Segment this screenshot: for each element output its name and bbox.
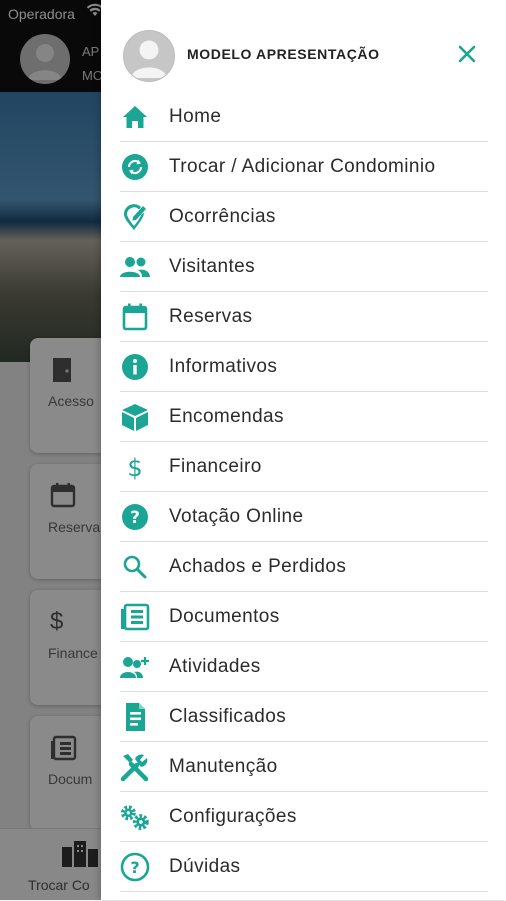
menu-item-achados-perdidos[interactable]: Achados e Perdidos: [120, 542, 488, 592]
drawer-header: MODELO APRESENTAÇÃO: [101, 0, 506, 92]
menu-item-documentos[interactable]: Documentos: [120, 592, 488, 642]
document-icon: [120, 603, 150, 631]
user-name: MODELO APRESENTAÇÃO: [187, 46, 380, 62]
svg-text:$: $: [127, 454, 142, 481]
menu-item-manutencao[interactable]: Manutenção: [120, 742, 488, 792]
menu-item-label: Atividades: [169, 656, 261, 677]
menu-item-encomendas[interactable]: Encomendas: [120, 392, 488, 442]
menu-item-atividades[interactable]: Atividades: [120, 642, 488, 692]
menu-item-duvidas[interactable]: ? Dúvidas: [120, 842, 488, 892]
menu-item-reservas[interactable]: Reservas: [120, 292, 488, 342]
menu-item-informativos[interactable]: Informativos: [120, 342, 488, 392]
close-button[interactable]: [453, 40, 481, 68]
menu-item-label: Ocorrências: [169, 206, 276, 227]
gears-icon: [120, 803, 150, 831]
info-icon: [120, 353, 150, 381]
help-circle-icon: ?: [120, 503, 150, 531]
menu-item-label: Encomendas: [169, 406, 284, 427]
svg-text:?: ?: [130, 508, 140, 528]
navigation-drawer: MODELO APRESENTAÇÃO Home Trocar / Adicio…: [101, 0, 506, 900]
menu-item-label: Achados e Perdidos: [169, 556, 347, 577]
menu-item-label: Dúvidas: [169, 856, 241, 877]
menu-item-votacao-online[interactable]: ? Votação Online: [120, 492, 488, 542]
people-icon: [120, 253, 150, 281]
calendar-icon: [120, 303, 150, 331]
avatar: [123, 30, 175, 82]
menu-item-financeiro[interactable]: $ Financeiro: [120, 442, 488, 492]
menu-item-label: Informativos: [169, 356, 278, 377]
search-icon: [120, 553, 150, 581]
home-icon: [120, 103, 150, 131]
swap-icon: [120, 153, 150, 181]
menu-item-label: Home: [169, 106, 222, 127]
menu-item-label: Visitantes: [169, 256, 256, 277]
menu-item-home[interactable]: Home: [120, 92, 488, 142]
map-pin-edit-icon: [120, 203, 150, 231]
svg-text:?: ?: [130, 858, 139, 877]
close-icon: [453, 40, 481, 68]
menu-item-configuracoes[interactable]: Configurações: [120, 792, 488, 842]
menu-item-label: Classificados: [169, 706, 287, 727]
menu-item-label: Manutenção: [169, 756, 278, 777]
menu-item-visitantes[interactable]: Visitantes: [120, 242, 488, 292]
classified-icon: [120, 703, 150, 731]
dollar-icon: $: [120, 453, 150, 481]
menu-item-label: Documentos: [169, 606, 280, 627]
menu-item-classificados[interactable]: Classificados: [120, 692, 488, 742]
menu-item-label: Votação Online: [169, 506, 304, 527]
menu-item-label: Trocar / Adicionar Condominio: [169, 156, 436, 177]
people-plus-icon: [120, 653, 150, 681]
wrench-icon: [120, 753, 150, 782]
drawer-menu: Home Trocar / Adicionar Condominio Ocorr…: [120, 92, 488, 892]
menu-item-trocar-condominio[interactable]: Trocar / Adicionar Condominio: [120, 142, 488, 192]
question-outline-icon: ?: [120, 852, 150, 882]
menu-item-label: Configurações: [169, 806, 297, 827]
menu-item-ocorrencias[interactable]: Ocorrências: [120, 192, 488, 242]
package-icon: [120, 403, 150, 431]
menu-item-label: Reservas: [169, 306, 253, 327]
menu-item-label: Financeiro: [169, 456, 262, 477]
